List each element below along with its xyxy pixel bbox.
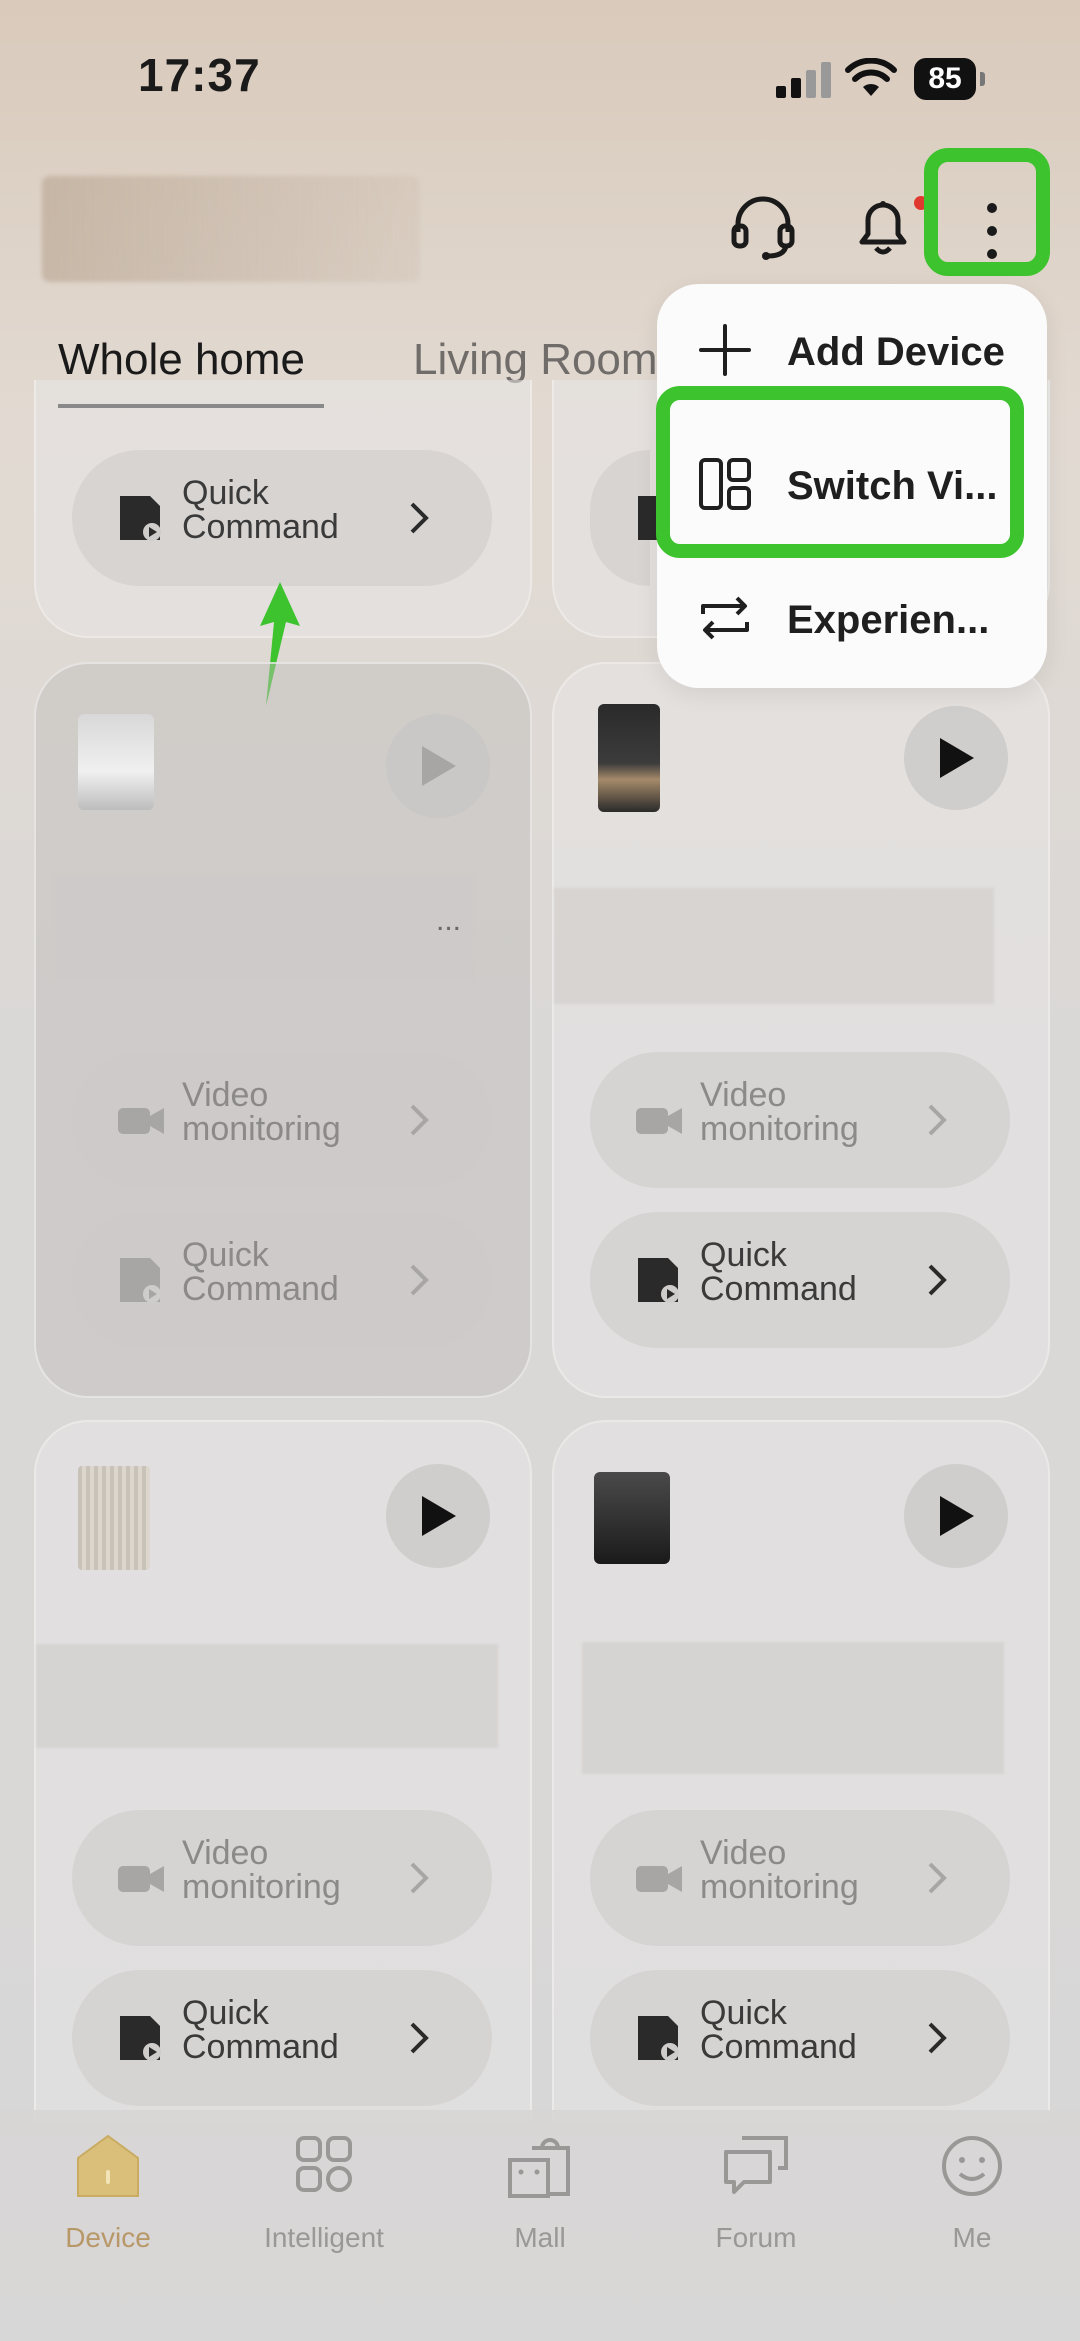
chevron-right-icon [410,1264,429,1296]
robot-vacuum-image [594,1472,670,1564]
video-monitoring-label: Video monitoring [182,1076,341,1148]
device-card-mid-right[interactable]: Video monitoring Quick Command [552,662,1050,1398]
tab-living-room[interactable]: Living Room [413,335,658,385]
nav-item-me[interactable]: Me [864,2130,1080,2253]
headset-icon[interactable] [728,190,798,260]
chevron-right-icon [410,1104,429,1136]
quick-command-button[interactable]: Quick Command [72,450,492,586]
nav-item-intelligent[interactable]: Intelligent [216,2130,432,2253]
chevron-right-icon [928,2022,947,2054]
play-button[interactable] [386,714,490,818]
video-monitoring-label: Video monitoring [700,1076,859,1148]
nav-item-forum[interactable]: Forum [648,2130,864,2253]
video-camera-icon [636,1866,682,1892]
nav-item-mall[interactable]: Mall [432,2130,648,2253]
device-card-bot-left[interactable]: Video monitoring Quick Command [34,1420,532,2122]
device-card-mid-left[interactable]: ... Video monitoring Quick Command [34,662,532,1398]
play-button[interactable] [904,1464,1008,1568]
chat-bubbles-icon [724,2136,788,2194]
tab-whole-home[interactable]: Whole home [58,335,305,385]
battery-indicator: 85 [914,58,986,100]
chevron-right-icon [928,1862,947,1894]
house-icon [77,2134,139,2197]
cellular-signal-icon [776,62,831,98]
quick-command-icon [120,2016,161,2061]
status-time: 17:37 [138,49,261,101]
more-dots: ... [436,904,462,937]
device-name-blurred [54,874,474,982]
play-icon [422,746,456,786]
video-monitoring-button[interactable]: Video monitoring [72,1052,492,1188]
bell-icon[interactable] [848,190,918,260]
quick-command-icon [638,2016,679,2061]
video-camera-icon [636,1108,682,1134]
video-camera-icon [118,1866,164,1892]
play-icon [940,738,974,778]
shopping-bags-icon [508,2138,570,2198]
quick-command-icon [120,1258,161,1303]
chevron-right-icon [928,1264,947,1296]
robot-vacuum-image [78,714,154,810]
home-name-blurred [42,176,420,282]
video-monitoring-button[interactable]: Video monitoring [590,1052,1010,1188]
quick-command-label: Quick Command [700,1994,857,2066]
swap-icon [701,596,749,640]
chevron-right-icon [928,1104,947,1136]
highlight-more-button [924,148,1050,276]
menu-item-experience[interactable]: Experien... [657,552,1047,686]
plus-icon [699,324,751,376]
chevron-right-icon [410,502,429,534]
quick-command-label: Quick Command [182,1236,339,1308]
smiley-face-icon [942,2136,1002,2196]
highlight-switch-view [656,386,1024,558]
grid-apps-icon [296,2136,352,2192]
play-icon [422,1496,456,1536]
nav-label: Intelligent [264,2222,384,2253]
quick-command-label: Quick Command [182,1994,339,2066]
video-monitoring-button[interactable]: Video monitoring [72,1810,492,1946]
video-monitoring-label: Video monitoring [700,1834,859,1906]
nav-label: Mall [514,2222,566,2253]
nav-label: Device [65,2222,151,2253]
play-icon [940,1496,974,1536]
quick-command-button[interactable]: Quick Command [590,1212,1010,1348]
nav-item-device[interactable]: Device [0,2130,216,2253]
robot-vacuum-image [598,704,660,812]
nav-label: Me [952,2222,992,2253]
device-name-blurred [36,1644,498,1748]
quick-command-button[interactable]: Quick Command [72,1970,492,2106]
wifi-icon [845,58,897,96]
quick-command-label: Quick Command [182,474,339,546]
device-name-blurred [582,1642,1004,1774]
video-monitoring-label: Video monitoring [182,1834,341,1906]
video-camera-icon [118,1108,164,1134]
device-name-blurred [554,888,994,1004]
device-card-bot-right[interactable]: Video monitoring Quick Command [552,1420,1050,2122]
play-button[interactable] [904,706,1008,810]
quick-command-button[interactable]: Quick Command [590,1970,1010,2106]
video-monitoring-button[interactable]: Video monitoring [590,1810,1010,1946]
chevron-right-icon [410,1862,429,1894]
quick-command-icon [120,496,161,541]
nav-label: Forum [715,2222,797,2253]
chevron-right-icon [410,2022,429,2054]
quick-command-icon [638,1258,679,1303]
menu-item-label: Experien... [787,598,990,642]
robot-vacuum-image [78,1466,150,1570]
play-button[interactable] [386,1464,490,1568]
battery-level: 85 [928,62,962,95]
quick-command-button[interactable]: Quick Command [72,1212,492,1348]
menu-item-label: Add Device [787,330,1005,374]
quick-command-label: Quick Command [700,1236,857,1308]
